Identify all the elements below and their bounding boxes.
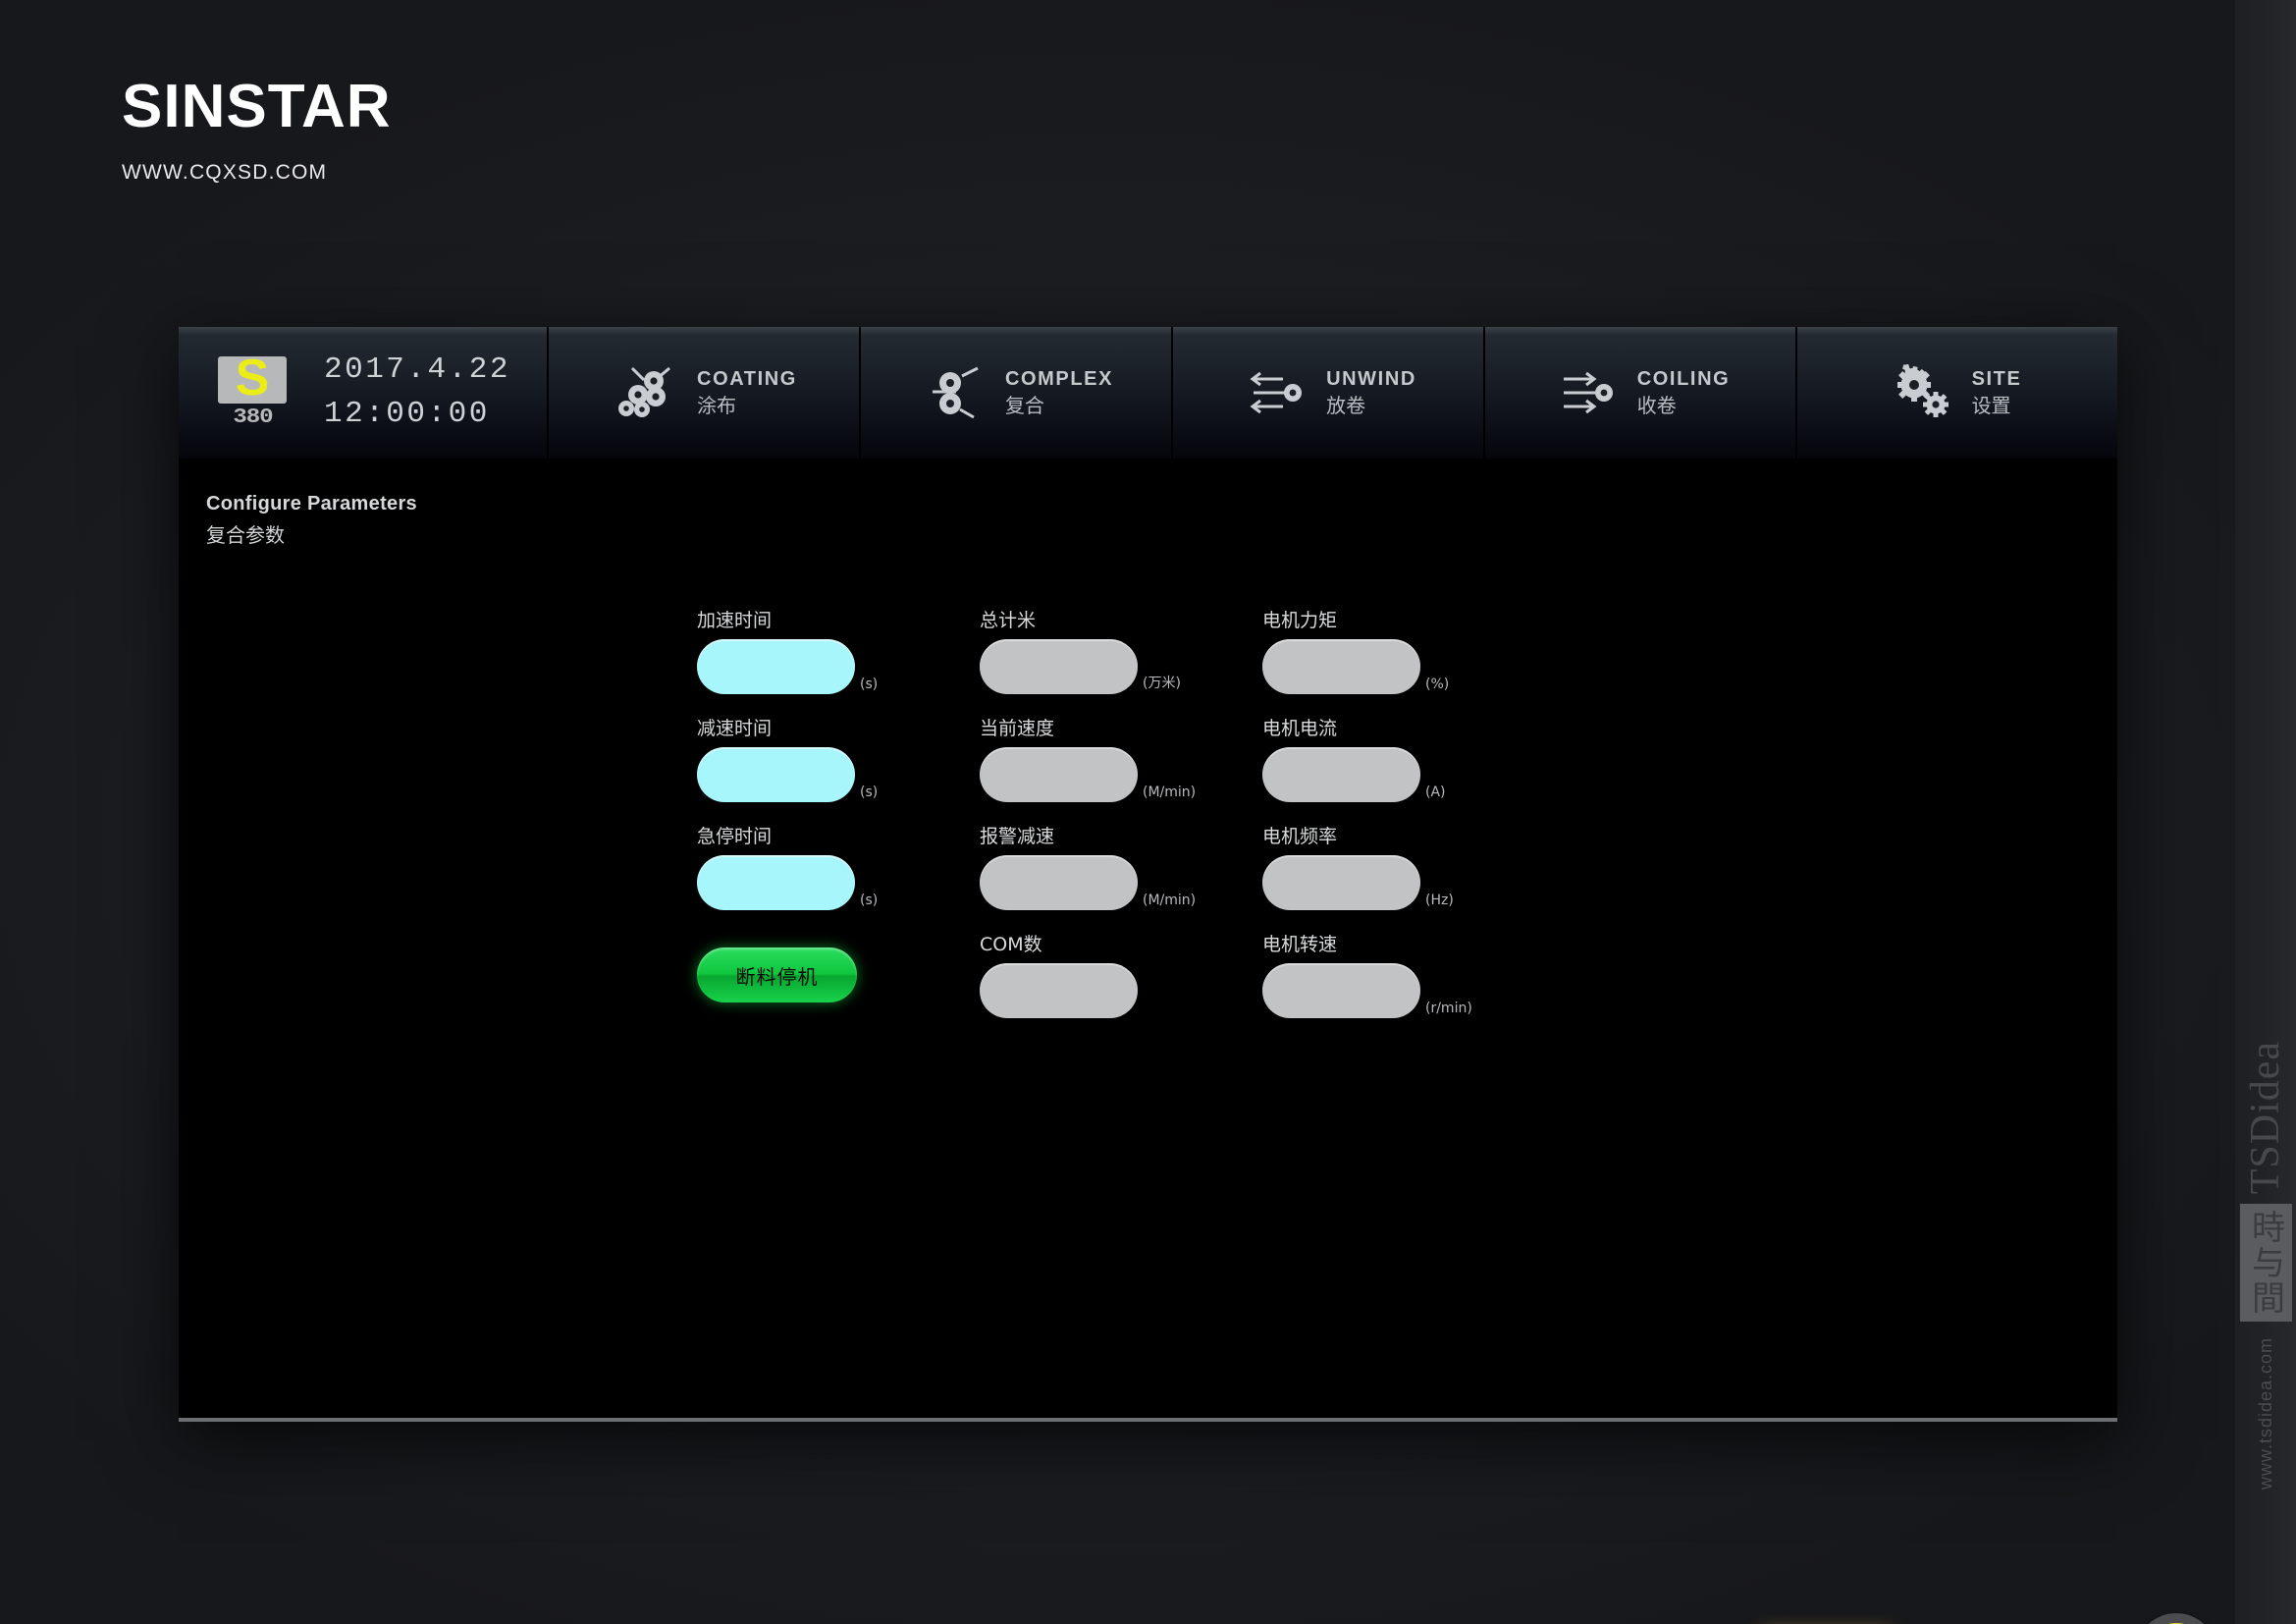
watermark-url: www.tsdidea.com xyxy=(2255,1337,2275,1490)
nav-tab-coiling-cn: 收卷 xyxy=(1636,394,1677,417)
machine-logo: S 380 xyxy=(216,352,289,429)
nav-tab-site-cn: 设置 xyxy=(1971,394,2011,417)
field-estop-time: 急停时间 (s) xyxy=(697,822,905,910)
nav-tab-site-en: SITE xyxy=(1971,368,2022,390)
field-total-meters-unit: (万米) xyxy=(1143,676,1181,691)
gears-icon xyxy=(1886,361,1956,424)
field-alarm-decel: 报警减速 (M/min) xyxy=(980,822,1196,910)
field-alarm-decel-label: 报警减速 xyxy=(980,826,1055,847)
field-alarm-decel-unit: (M/min) xyxy=(1143,893,1197,908)
screen-root: SINSTAR WWW.CQXSD.COM S 380 2017.4.22 12… xyxy=(0,0,2296,1624)
field-decel-time-label: 减速时间 xyxy=(697,718,773,739)
brand-url: WWW.CQXSD.COM xyxy=(122,161,328,184)
parameter-form: 加速时间 (s) 减速时间 (s) 急停时间 (s) 断料停机 总计米 (万米)… xyxy=(697,606,1472,1038)
form-column-timing: 加速时间 (s) 减速时间 (s) 急停时间 (s) 断料停机 xyxy=(697,606,905,1038)
logo-square: S xyxy=(218,352,287,404)
field-com-count-label: COM数 xyxy=(980,934,1042,955)
page-title-cn: 复合参数 xyxy=(206,523,285,547)
nav-tab-complex-en: COMPLEX xyxy=(1004,368,1114,390)
field-accel-time-input[interactable] xyxy=(697,639,855,694)
field-motor-current: 电机电流 (A) xyxy=(1262,714,1470,802)
field-motor-current-label: 电机电流 xyxy=(1262,718,1338,739)
field-motor-current-input[interactable] xyxy=(1262,747,1420,802)
form-column-motor: 电机力矩 (%) 电机电流 (A) 电机频率 (Hz) 电机转速 (r/min) xyxy=(1262,606,1472,1038)
field-accel-time: 加速时间 (s) xyxy=(697,606,905,694)
hmi-panel: S 380 2017.4.22 12:00:00 COATING 涂布 COMP… xyxy=(179,327,2217,1624)
page-title: Configure Parameters 复合参数 xyxy=(206,490,417,550)
nav-tab-coiling-en: COILING xyxy=(1636,368,1731,390)
field-motor-torque: 电机力矩 (%) xyxy=(1262,606,1470,694)
brand-header: SINSTAR WWW.CQXSD.COM xyxy=(122,77,392,185)
unwind-arrows-icon xyxy=(1240,361,1310,424)
field-accel-time-label: 加速时间 xyxy=(697,610,773,631)
watermark-cn: 時与間 xyxy=(2239,1204,2292,1323)
nav-tab-complex-text: COMPLEX 复合 xyxy=(1005,366,1113,419)
nav-tab-unwind-cn: 放卷 xyxy=(1326,394,1366,417)
field-motor-frequency: 电机频率 (Hz) xyxy=(1262,822,1470,910)
panel-body: Configure Parameters 复合参数 加速时间 (s) 减速时间 xyxy=(179,459,2117,1422)
top-navbar: S 380 2017.4.22 12:00:00 COATING 涂布 COMP… xyxy=(179,327,2117,459)
field-estop-time-unit: (s) xyxy=(860,893,879,908)
nav-tab-coating-en: COATING xyxy=(697,368,797,390)
field-current-speed: 当前速度 (M/min) xyxy=(980,714,1196,802)
clock-time: 12:00:00 xyxy=(324,397,490,431)
coating-rollers-icon xyxy=(611,361,681,424)
watermark-brand: TSDidea xyxy=(2243,1041,2288,1195)
field-alarm-decel-input[interactable] xyxy=(980,855,1138,910)
nav-tab-unwind[interactable]: UNWIND 放卷 xyxy=(1173,327,1485,459)
brand-name: SINSTAR xyxy=(122,73,392,140)
back-button[interactable]: BACK xyxy=(2135,1613,2217,1624)
form-column-production: 总计米 (万米) 当前速度 (M/min) 报警减速 (M/min) COM数 xyxy=(980,606,1196,1038)
field-motor-rpm-input[interactable] xyxy=(1262,963,1420,1018)
field-estop-time-input[interactable] xyxy=(697,855,855,910)
field-total-meters-input[interactable] xyxy=(980,639,1138,694)
nav-tab-complex-cn: 复合 xyxy=(1004,394,1044,417)
field-total-meters: 总计米 (万米) xyxy=(980,606,1188,694)
nav-tab-coating-text: COATING 涂布 xyxy=(697,366,797,419)
nav-tab-coiling-text: COILING 收卷 xyxy=(1637,366,1731,419)
field-current-speed-input[interactable] xyxy=(980,747,1138,802)
field-current-speed-unit: (M/min) xyxy=(1143,785,1197,800)
field-total-meters-label: 总计米 xyxy=(980,610,1037,631)
material-break-stop-button[interactable]: 断料停机 xyxy=(697,947,857,1002)
field-motor-torque-input[interactable] xyxy=(1262,639,1420,694)
nav-tab-complex[interactable]: COMPLEX 复合 xyxy=(861,327,1173,459)
clock: 2017.4.22 12:00:00 xyxy=(324,349,510,437)
nav-tab-site-text: SITE 设置 xyxy=(1972,366,2022,419)
field-motor-torque-unit: (%) xyxy=(1425,677,1450,692)
page-title-en: Configure Parameters xyxy=(206,493,417,514)
field-decel-time-unit: (s) xyxy=(860,785,879,800)
nav-tab-coating-cn: 涂布 xyxy=(697,394,737,417)
field-motor-rpm-unit: (r/min) xyxy=(1425,1001,1472,1016)
nav-tab-unwind-en: UNWIND xyxy=(1326,368,1416,390)
logo-and-clock-cell: S 380 2017.4.22 12:00:00 xyxy=(179,327,549,459)
complex-rollers-icon xyxy=(919,361,989,424)
field-motor-frequency-unit: (Hz) xyxy=(1425,893,1454,908)
field-decel-time-input[interactable] xyxy=(697,747,855,802)
field-motor-current-unit: (A) xyxy=(1425,785,1446,800)
nav-tab-coiling[interactable]: COILING 收卷 xyxy=(1485,327,1797,459)
field-com-count-input[interactable] xyxy=(980,963,1138,1018)
field-com-count: COM数 xyxy=(980,930,1188,1018)
logo-letter: S xyxy=(235,350,270,406)
field-motor-rpm-label: 电机转速 xyxy=(1262,934,1338,955)
field-decel-time: 减速时间 (s) xyxy=(697,714,905,802)
coiling-arrows-icon xyxy=(1551,361,1622,424)
field-motor-torque-label: 电机力矩 xyxy=(1262,610,1338,631)
field-current-speed-label: 当前速度 xyxy=(980,718,1055,739)
nav-tab-site[interactable]: SITE 设置 xyxy=(1797,327,2109,459)
clock-date: 2017.4.22 xyxy=(324,352,510,388)
nav-tab-unwind-text: UNWIND 放卷 xyxy=(1326,366,1416,419)
field-estop-time-label: 急停时间 xyxy=(697,826,773,847)
nav-tab-coating[interactable]: COATING 涂布 xyxy=(549,327,861,459)
field-motor-frequency-label: 电机频率 xyxy=(1262,826,1338,847)
logo-model: 380 xyxy=(232,406,273,429)
field-accel-time-unit: (s) xyxy=(860,677,879,692)
field-motor-rpm: 电机转速 (r/min) xyxy=(1262,930,1472,1018)
watermark-strip: TSDidea 時与間 www.tsdidea.com xyxy=(2235,0,2296,1624)
field-motor-frequency-input[interactable] xyxy=(1262,855,1420,910)
